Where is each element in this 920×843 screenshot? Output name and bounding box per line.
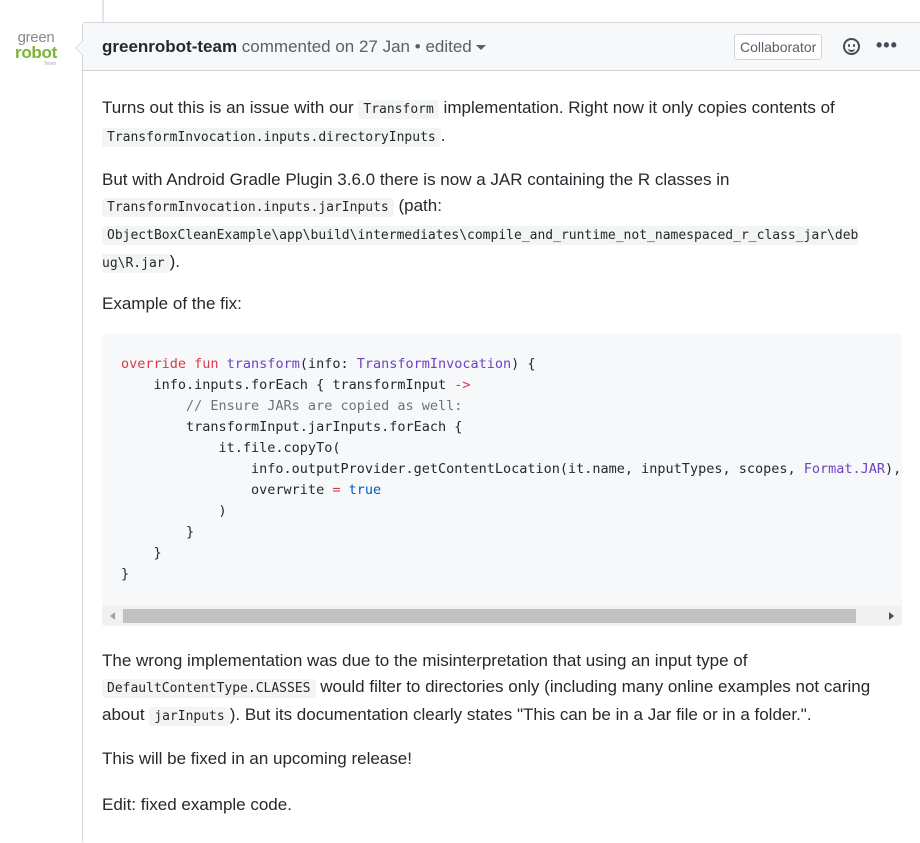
inline-code: TransformInvocation.inputs.jarInputs [102,198,394,217]
paragraph-6: Edit: fixed example code. [102,795,292,814]
code-token: ), [885,461,902,477]
scroll-right-arrow-icon[interactable] [889,612,894,620]
author-link[interactable]: greenrobot-team [102,37,237,56]
inline-code: jarInputs [149,707,230,726]
avatar-text-robot: robot [15,43,57,62]
code-token: } [121,524,195,540]
inline-code: Transform [358,100,439,119]
scroll-left-arrow-icon[interactable] [110,612,115,620]
code-token: info.inputs.forEach { transformInput [121,377,455,393]
inline-code: TransformInvocation.inputs.directoryInpu… [102,128,441,147]
comment-action: commented on 27 Jan [237,37,411,56]
code-token: ) [121,503,227,519]
paragraph-4: The wrong implementation was due to the … [102,648,902,730]
code-token: true [348,482,382,498]
comment: greenrobot-team commented on 27 Jan • ed… [75,22,920,843]
code-token: ) { [511,356,536,372]
text: (path: [393,196,442,215]
edited-label: edited [425,37,472,56]
code-token: Format.JAR [803,461,886,477]
code-token: TransformInvocation [356,356,512,372]
inline-code: DefaultContentType.CLASSES [102,679,316,698]
edited-dropdown[interactable]: edited [425,37,486,56]
horizontal-scrollbar[interactable] [102,606,902,626]
timeline-line [102,0,104,22]
text: The wrong implementation was due to the … [102,651,748,670]
code-token: } [121,566,130,582]
text: ). But its documentation clearly states … [229,705,812,724]
code-token: override fun [121,356,227,372]
code-token: transformInput.jarInputs.forEach { [121,419,463,435]
code-token: (info: [299,356,357,372]
collaborator-badge: Collaborator [734,34,823,60]
code-block: override fun transform(info: TransformIn… [102,334,902,626]
text: But with Android Gradle Plugin 3.6.0 the… [102,170,730,189]
text: . [440,126,446,145]
paragraph-3: Example of the fix: [102,294,242,313]
code-token: } [121,545,162,561]
avatar-text-team: Team [43,61,56,67]
text: implementation. Right now it only copies… [438,98,835,117]
code-token: overwrite [121,482,333,498]
inline-code-path: ObjectBoxCleanExample\app\build\intermed… [102,226,859,273]
code-content: override fun transform(info: TransformIn… [121,354,901,585]
code-token: -> [454,377,471,393]
text: ). [169,252,181,271]
code-token: transform [226,356,300,372]
comment-header: greenrobot-team commented on 27 Jan • ed… [83,23,920,71]
caret-down-icon [475,45,486,51]
smiley-icon[interactable] [843,38,860,55]
scroll-thumb[interactable] [123,609,856,623]
paragraph-5: This will be fixed in an upcoming releas… [102,749,412,768]
more-options-icon[interactable]: ••• [876,36,898,54]
paragraph-1: Turns out this is an issue with our Tran… [102,95,902,151]
code-comment: // Ensure JARs are copied as well: [121,398,463,414]
separator: • [410,37,426,56]
paragraph-2: But with Android Gradle Plugin 3.6.0 the… [102,167,902,277]
avatar[interactable]: green robot Team [10,30,62,72]
text: Turns out this is an issue with our [102,98,359,117]
comment-meta: greenrobot-team commented on 27 Jan • ed… [102,37,486,57]
code-token: it.file.copyTo( [121,440,341,456]
code-token: info.outputProvider.getContentLocation(i… [121,461,804,477]
